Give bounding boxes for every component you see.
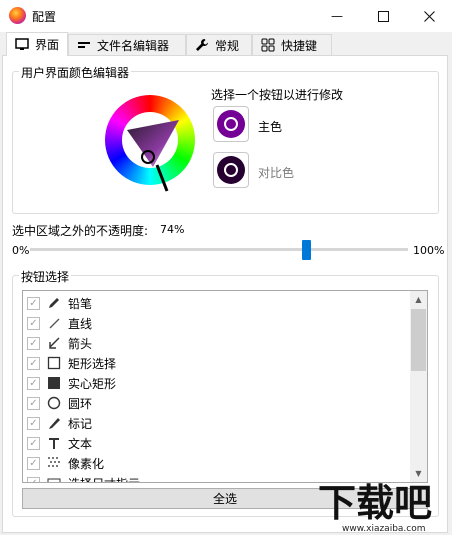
button-selection-title: 按钮选择 (19, 268, 72, 285)
tab-label: 常规 (215, 38, 240, 53)
pencil-icon (47, 296, 61, 310)
item-checkbox[interactable]: ✓ (27, 336, 40, 350)
app-logo-icon (9, 7, 26, 24)
list-item[interactable]: ✓ 实心矩形 (23, 373, 411, 393)
list-item[interactable]: ✓ 像素化 (23, 453, 411, 473)
text-edit-icon (78, 42, 90, 48)
line-icon (47, 316, 61, 330)
item-checkbox[interactable]: ✓ (27, 416, 40, 430)
tab-general[interactable]: 常规 (186, 34, 252, 55)
opacity-value: 74% (160, 223, 185, 236)
item-checkbox[interactable]: ✓ (27, 316, 40, 330)
arrow-icon (47, 336, 61, 350)
list-item[interactable]: ✓ 铅笔 (23, 293, 411, 313)
item-label: 圆环 (68, 396, 93, 411)
contrast-color-button[interactable] (213, 152, 249, 188)
list-item[interactable]: ✓ 直线 (23, 313, 411, 333)
circle-icon (47, 396, 61, 410)
svg-text:www.xiazaiba.com: www.xiazaiba.com (342, 524, 426, 534)
opacity-slider-track[interactable] (30, 248, 408, 251)
list-scrollbar[interactable]: ▲ ▼ (410, 291, 427, 482)
opacity-max-label: 100% (413, 244, 445, 257)
tab-shortcuts[interactable]: 快捷键 (252, 34, 332, 55)
maximize-button[interactable] (360, 0, 406, 32)
tab-strip: 界面 文件名编辑器 常规 快捷键 (2, 32, 450, 56)
marker-icon (47, 416, 61, 430)
svg-text:下载吧: 下载吧 (318, 481, 432, 525)
contrast-color-label: 对比色 (258, 166, 295, 180)
tab-filename-editor[interactable]: 文件名编辑器 (68, 34, 186, 55)
tab-interface[interactable]: 界面 (6, 32, 68, 56)
opacity-slider-thumb[interactable] (302, 240, 311, 260)
size-indicator-icon (47, 476, 61, 482)
list-item[interactable]: ✓ 文本 (23, 433, 411, 453)
color-instruction: 选择一个按钮以进行修改 (211, 88, 344, 102)
tab-label: 文件名编辑器 (97, 38, 170, 53)
item-checkbox[interactable]: ✓ (27, 356, 40, 370)
rectangle-filled-icon (47, 376, 61, 390)
item-label: 矩形选择 (68, 356, 117, 371)
item-checkbox[interactable]: ✓ (27, 296, 40, 310)
primary-color-swatch (217, 110, 245, 138)
item-checkbox[interactable]: ✓ (27, 376, 40, 390)
item-checkbox[interactable]: ✓ (27, 456, 40, 470)
window-title: 配置 (32, 10, 57, 24)
item-checkbox[interactable]: ✓ (27, 436, 40, 450)
list-item[interactable]: ✓ 矩形选择 (23, 353, 411, 373)
primary-color-label: 主色 (258, 120, 283, 134)
item-label: 直线 (68, 316, 93, 331)
monitor-icon (15, 38, 29, 50)
opacity-min-label: 0% (12, 244, 30, 257)
item-label: 铅笔 (68, 296, 93, 311)
item-label: 文本 (68, 436, 93, 451)
item-checkbox[interactable]: ✓ (27, 396, 40, 410)
scroll-up-button[interactable]: ▲ (410, 291, 427, 308)
list-item[interactable]: ✓ 箭头 (23, 333, 411, 353)
title-bar: 配置 — (0, 0, 452, 32)
item-label: 像素化 (68, 456, 105, 471)
item-label: 选择尺寸指示 (68, 475, 140, 483)
rectangle-outline-icon (47, 356, 61, 370)
watermark-logo: 下载吧 www.xiazaiba.com (318, 481, 432, 534)
tab-label: 快捷键 (281, 38, 318, 53)
contrast-color-swatch (217, 156, 245, 184)
list-item[interactable]: ✓ 圆环 (23, 393, 411, 413)
pixelate-icon (47, 456, 61, 470)
button-list: ✓铅笔✓直线✓箭头✓矩形选择✓实心矩形✓圆环✓标记✓文本✓像素化✓选择尺寸指示 … (22, 290, 428, 483)
scroll-thumb[interactable] (411, 309, 426, 371)
primary-color-button[interactable] (213, 106, 249, 142)
item-checkbox[interactable]: ✓ (27, 476, 40, 482)
color-triangle[interactable] (105, 95, 195, 195)
minimize-button[interactable]: — (314, 0, 360, 32)
item-label: 箭头 (68, 336, 93, 351)
chevron-up-icon: ▲ (415, 295, 422, 304)
color-editor-title: 用户界面颜色编辑器 (19, 64, 132, 81)
text-icon (47, 436, 61, 450)
list-item[interactable]: ✓ 标记 (23, 413, 411, 433)
maximize-icon (377, 10, 389, 22)
wrench-icon (196, 39, 208, 51)
item-label: 标记 (68, 416, 93, 431)
close-icon (423, 10, 435, 22)
close-button[interactable] (406, 0, 452, 32)
opacity-label: 选中区域之外的不透明度: (12, 224, 149, 238)
grid-icon (261, 38, 275, 52)
tab-label: 界面 (35, 38, 60, 52)
item-label: 实心矩形 (68, 376, 117, 391)
minimize-icon: — (331, 9, 343, 23)
